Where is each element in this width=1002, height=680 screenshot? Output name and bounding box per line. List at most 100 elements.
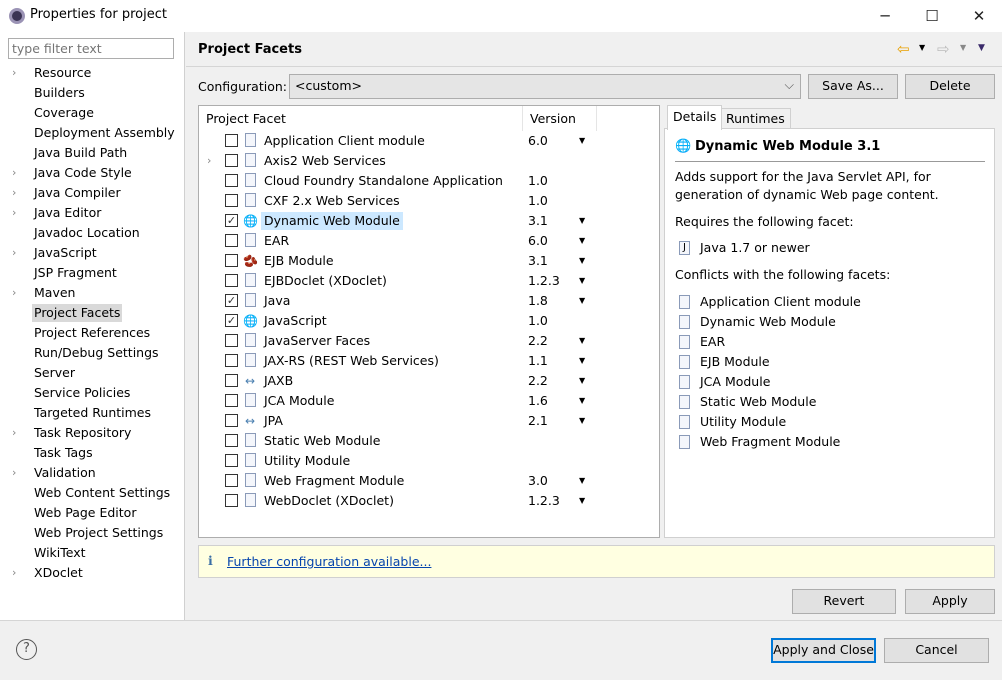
table-row[interactable]: Web Fragment Module 3.0 ▼ (199, 471, 659, 491)
table-row[interactable]: JavaServer Faces 2.2 ▼ (199, 331, 659, 351)
facet-version[interactable]: 1.8 (528, 292, 548, 310)
facet-checkbox[interactable] (225, 334, 238, 347)
facet-checkbox[interactable] (225, 454, 238, 467)
chevron-right-icon[interactable]: › (12, 424, 16, 442)
version-dropdown-icon[interactable]: ▼ (579, 472, 585, 490)
table-row[interactable]: 🫘 EJB Module 3.1 ▼ (199, 251, 659, 271)
chevron-right-icon[interactable]: › (207, 152, 211, 170)
chevron-right-icon[interactable]: › (12, 64, 16, 82)
facet-checkbox[interactable] (225, 354, 238, 367)
version-dropdown-icon[interactable]: ▼ (579, 132, 585, 150)
cancel-button[interactable]: Cancel (884, 638, 989, 663)
table-row[interactable]: ✓ Java 1.8 ▼ (199, 291, 659, 311)
sidebar-item[interactable]: › Java Compiler (12, 184, 123, 202)
sidebar-item[interactable]: Builders (32, 84, 87, 102)
sidebar-item[interactable]: › Java Code Style (12, 164, 134, 182)
table-row[interactable]: › Axis2 Web Services (199, 151, 659, 171)
maximize-button[interactable]: ☐ (909, 0, 955, 32)
version-dropdown-icon[interactable]: ▼ (579, 332, 585, 350)
facet-checkbox[interactable]: ✓ (225, 214, 238, 227)
sidebar-item[interactable]: Targeted Runtimes (32, 404, 153, 422)
sidebar-item[interactable]: Project Facets (32, 304, 123, 322)
sidebar-item[interactable]: Service Policies (32, 384, 132, 402)
apply-and-close-button[interactable]: Apply and Close (771, 638, 876, 663)
version-dropdown-icon[interactable]: ▼ (579, 232, 585, 250)
sidebar-item[interactable]: › Task Repository (12, 424, 133, 442)
view-menu-icon[interactable]: ▼ (978, 43, 985, 53)
sidebar-item[interactable]: › Java Editor (12, 204, 103, 222)
tab-details[interactable]: Details (667, 105, 723, 130)
sidebar-item[interactable]: › Validation (12, 464, 98, 482)
chevron-right-icon[interactable]: › (12, 244, 16, 262)
sidebar-item[interactable]: › Maven (12, 284, 77, 302)
minimize-button[interactable]: ─ (862, 0, 908, 32)
sidebar-item[interactable]: › XDoclet (12, 564, 85, 582)
facet-version[interactable]: 3.1 (528, 212, 548, 230)
facet-checkbox[interactable]: ✓ (225, 294, 238, 307)
sidebar-item[interactable]: JSP Fragment (32, 264, 119, 282)
version-dropdown-icon[interactable]: ▼ (579, 352, 585, 370)
version-dropdown-icon[interactable]: ▼ (579, 252, 585, 270)
facet-checkbox[interactable] (225, 394, 238, 407)
version-dropdown-icon[interactable]: ▼ (579, 492, 585, 510)
sidebar-item[interactable]: Run/Debug Settings (32, 344, 161, 362)
facet-version[interactable]: 1.0 (528, 192, 548, 210)
facet-checkbox[interactable] (225, 434, 238, 447)
back-icon[interactable]: ⇦ (897, 40, 910, 58)
delete-button[interactable]: Delete (905, 74, 995, 99)
facet-version[interactable]: 1.6 (528, 392, 548, 410)
further-config-link[interactable]: Further configuration available... (227, 554, 431, 569)
back-menu-icon[interactable]: ▼ (919, 43, 925, 52)
table-row[interactable]: EAR 6.0 ▼ (199, 231, 659, 251)
facet-version[interactable]: 6.0 (528, 232, 548, 250)
facet-checkbox[interactable] (225, 494, 238, 507)
sidebar-item[interactable]: WikiText (32, 544, 88, 562)
facet-checkbox[interactable] (225, 474, 238, 487)
facet-checkbox[interactable] (225, 374, 238, 387)
version-dropdown-icon[interactable]: ▼ (579, 272, 585, 290)
table-row[interactable]: JAX-RS (REST Web Services) 1.1 ▼ (199, 351, 659, 371)
sidebar-item[interactable]: Web Content Settings (32, 484, 172, 502)
facet-checkbox[interactable]: ✓ (225, 314, 238, 327)
facet-version[interactable]: 1.2.3 (528, 492, 560, 510)
facet-checkbox[interactable] (225, 194, 238, 207)
sidebar-item[interactable]: Javadoc Location (32, 224, 142, 242)
table-row[interactable]: ✓ 🌐 Dynamic Web Module 3.1 ▼ (199, 211, 659, 231)
facet-version[interactable]: 2.2 (528, 332, 548, 350)
facet-checkbox[interactable] (225, 154, 238, 167)
help-icon[interactable]: ? (16, 639, 37, 660)
facet-version[interactable]: 2.2 (528, 372, 548, 390)
tab-runtimes[interactable]: Runtimes (720, 108, 791, 129)
apply-button[interactable]: Apply (905, 589, 995, 614)
close-button[interactable]: ✕ (956, 0, 1002, 32)
version-dropdown-icon[interactable]: ▼ (579, 372, 585, 390)
facet-version[interactable]: 1.0 (528, 312, 548, 330)
column-header-facet[interactable]: Project Facet (199, 106, 523, 131)
facet-checkbox[interactable] (225, 414, 238, 427)
table-row[interactable]: EJBDoclet (XDoclet) 1.2.3 ▼ (199, 271, 659, 291)
forward-icon[interactable]: ⇨ (937, 40, 950, 58)
version-dropdown-icon[interactable]: ▼ (579, 212, 585, 230)
sidebar-item[interactable]: Coverage (32, 104, 96, 122)
table-row[interactable]: ✓ 🌐 JavaScript 1.0 (199, 311, 659, 331)
sidebar-item[interactable]: Task Tags (32, 444, 95, 462)
chevron-right-icon[interactable]: › (12, 184, 16, 202)
facet-checkbox[interactable] (225, 134, 238, 147)
facet-version[interactable]: 2.1 (528, 412, 548, 430)
sidebar-item[interactable]: Server (32, 364, 77, 382)
sidebar-item[interactable]: › Resource (12, 64, 93, 82)
table-row[interactable]: ↔ JAXB 2.2 ▼ (199, 371, 659, 391)
table-row[interactable]: Utility Module (199, 451, 659, 471)
filter-input[interactable] (8, 38, 174, 59)
table-row[interactable]: Static Web Module (199, 431, 659, 451)
facet-version[interactable]: 6.0 (528, 132, 548, 150)
revert-button[interactable]: Revert (792, 589, 896, 614)
version-dropdown-icon[interactable]: ▼ (579, 412, 585, 430)
sidebar-item[interactable]: Deployment Assembly (32, 124, 177, 142)
facet-checkbox[interactable] (225, 174, 238, 187)
table-row[interactable]: WebDoclet (XDoclet) 1.2.3 ▼ (199, 491, 659, 511)
sidebar-item[interactable]: Web Page Editor (32, 504, 138, 522)
column-header-version[interactable]: Version (523, 106, 597, 131)
table-row[interactable]: Cloud Foundry Standalone Application 1.0 (199, 171, 659, 191)
chevron-right-icon[interactable]: › (12, 464, 16, 482)
